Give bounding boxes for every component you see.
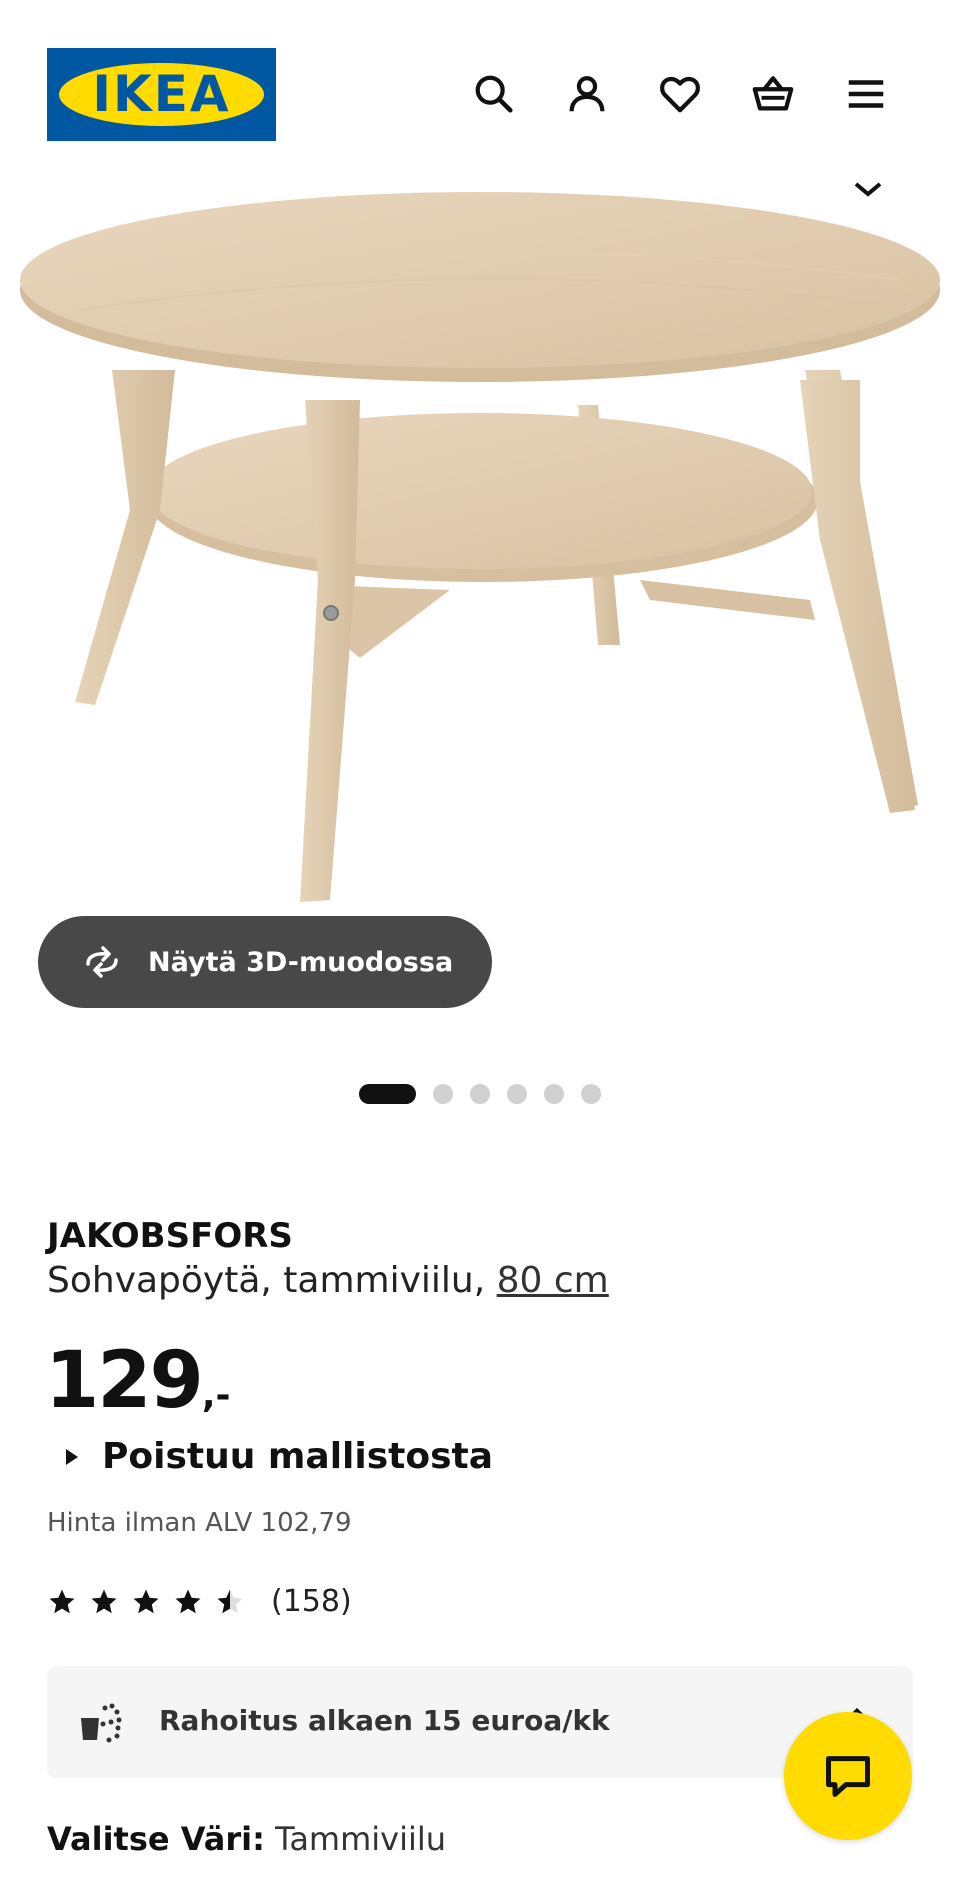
rating[interactable]: (158) [47, 1584, 352, 1619]
chat-icon [826, 1756, 870, 1797]
color-label: Valitse Väri: [47, 1820, 265, 1858]
discontinued-toggle[interactable]: Poistuu mallistosta [66, 1436, 493, 1477]
carousel-dot[interactable] [507, 1084, 527, 1104]
image-carousel-indicator [359, 1082, 601, 1106]
size-link[interactable]: 80 cm [497, 1260, 609, 1301]
price-suffix: ,- [201, 1375, 231, 1416]
star-full-icon [91, 1589, 117, 1613]
heart-icon [660, 76, 700, 113]
star-full-icon [49, 1589, 75, 1613]
favourites-button[interactable] [652, 66, 708, 122]
star-full-icon [133, 1589, 159, 1613]
basket-button[interactable] [745, 66, 801, 122]
logo-text: IKEA [92, 65, 231, 123]
financing-label: Rahoitus alkaen 15 euroa/kk [159, 1704, 610, 1737]
color-value: Tammiviilu [275, 1820, 447, 1858]
color-selector[interactable]: Valitse Väri: Tammiviilu [47, 1820, 446, 1858]
financing-banner[interactable]: Rahoitus alkaen 15 euroa/kk [47, 1666, 913, 1778]
product-type: Sohvapöytä, tammiviilu, [47, 1260, 486, 1301]
menu-icon [848, 80, 884, 108]
product-description: Sohvapöytä, tammiviilu, 80 cm [47, 1260, 609, 1301]
product-name: JAKOBSFORS [47, 1216, 293, 1256]
discontinued-label: Poistuu mallistosta [102, 1436, 494, 1477]
rotate-3d-icon [86, 946, 118, 978]
chat-button[interactable] [784, 1712, 912, 1840]
price-value: 129 [45, 1336, 204, 1426]
carousel-dot[interactable] [359, 1084, 416, 1104]
search-button[interactable] [466, 66, 522, 122]
account-icon [569, 76, 605, 112]
carousel-dot[interactable] [433, 1084, 453, 1104]
review-count: (158) [271, 1584, 352, 1619]
product-price: 129,- [45, 1336, 230, 1426]
menu-button[interactable] [838, 66, 894, 122]
ikea-logo[interactable]: IKEA [47, 48, 276, 141]
star-full-icon [175, 1589, 201, 1613]
caret-right-icon [66, 1448, 78, 1465]
carousel-dot[interactable] [470, 1084, 490, 1104]
account-button[interactable] [559, 66, 615, 122]
chevron-down-icon[interactable] [852, 180, 884, 200]
star-half-icon [217, 1589, 243, 1613]
basket-icon [752, 76, 794, 111]
price-excl-vat: Hinta ilman ALV 102,79 [47, 1508, 352, 1538]
carousel-dot[interactable] [581, 1084, 601, 1104]
view-3d-label: Näytä 3D-muodossa [148, 946, 454, 978]
header: IKEA [0, 0, 960, 180]
financing-icon [81, 1703, 122, 1743]
view-3d-button[interactable]: Näytä 3D-muodossa [38, 916, 492, 1008]
carousel-dot[interactable] [544, 1084, 564, 1104]
search-icon [475, 75, 513, 113]
